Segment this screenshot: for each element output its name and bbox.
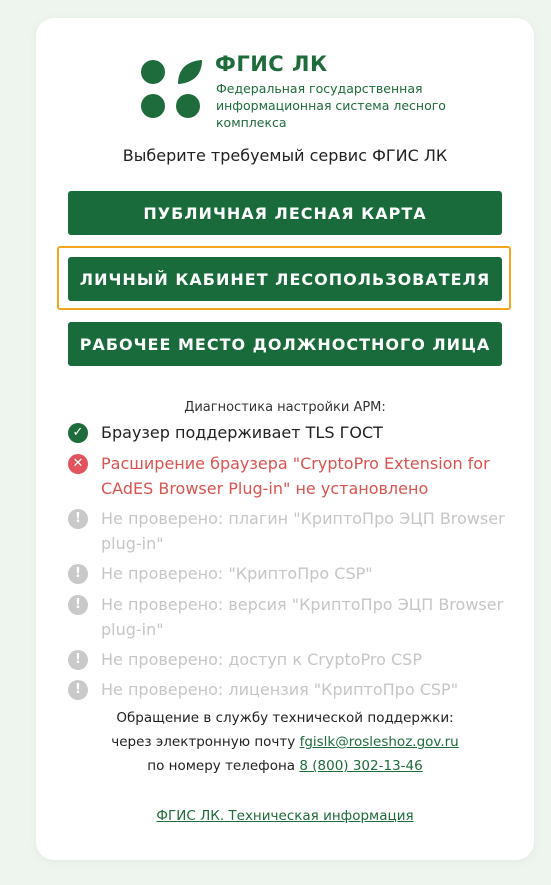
support-info: Обращение в службу технической поддержки… [36, 706, 534, 778]
diagnostic-text: Расширение браузера "CryptoPro Extension… [101, 454, 490, 498]
service-prompt: Выберите требуемый сервис ФГИС ЛК [122, 146, 448, 165]
fgis-lk-logo: ФГИС ЛК Федеральная государственная инфо… [140, 52, 446, 153]
support-phone-link[interactable]: 8 (800) 302-13-46 [299, 758, 422, 774]
exclamation-circle-icon: ! [68, 680, 88, 700]
logo-subtitle: Федеральная государственная информационн… [216, 81, 446, 130]
exclamation-circle-icon: ! [68, 595, 88, 615]
x-circle-icon: ✕ [68, 454, 88, 474]
diagnostic-text: Не проверено: версия "КриптоПро ЭЦП Brow… [101, 595, 504, 639]
official-workplace-button[interactable]: РАБОЧЕЕ МЕСТО ДОЛЖНОСТНОГО ЛИЦА [68, 322, 502, 366]
diagnostic-text: Не проверено: плагин "КриптоПро ЭЦП Brow… [101, 509, 505, 553]
support-email-link[interactable]: fgislk@rosleshoz.gov.ru [300, 734, 459, 750]
diagnostic-text: Не проверено: "КриптоПро CSP" [101, 564, 373, 583]
check-circle-icon: ✓ [68, 423, 88, 443]
service-selection-card: ФГИС ЛК Федеральная государственная инфо… [36, 18, 534, 860]
support-email-line: через электронную почту fgislk@rosleshoz… [36, 730, 534, 754]
support-phone-line: по номеру телефона 8 (800) 302-13-46 [36, 754, 534, 778]
support-heading: Обращение в службу технической поддержки… [116, 710, 454, 726]
logo-title: ФГИС ЛК [215, 52, 328, 76]
exclamation-circle-icon: ! [68, 509, 88, 529]
tech-info: ФГИС ЛК. Техническая информация [36, 808, 534, 824]
forest-user-cabinet-button[interactable]: ЛИЧНЫЙ КАБИНЕТ ЛЕСОПОЛЬЗОВАТЕЛЯ [68, 257, 502, 301]
diagnostics-title: Диагностика настройки АРМ: [184, 400, 386, 415]
exclamation-circle-icon: ! [68, 650, 88, 670]
diagnostic-text: Не проверено: лицензия "КриптоПро CSP" [101, 680, 459, 699]
exclamation-circle-icon: ! [68, 564, 88, 584]
diagnostic-text: Браузер поддерживает TLS ГОСТ [101, 423, 383, 442]
diagnostic-text: Не проверено: доступ к CryptoPro CSP [101, 650, 422, 669]
support-email-prefix: через электронную почту [111, 734, 296, 750]
support-phone-prefix: по номеру телефона [147, 758, 296, 774]
tech-info-link[interactable]: ФГИС ЛК. Техническая информация [156, 808, 413, 824]
fgis-logo-icon [141, 60, 202, 118]
public-forest-map-button[interactable]: ПУБЛИЧНАЯ ЛЕСНАЯ КАРТА [68, 191, 502, 235]
